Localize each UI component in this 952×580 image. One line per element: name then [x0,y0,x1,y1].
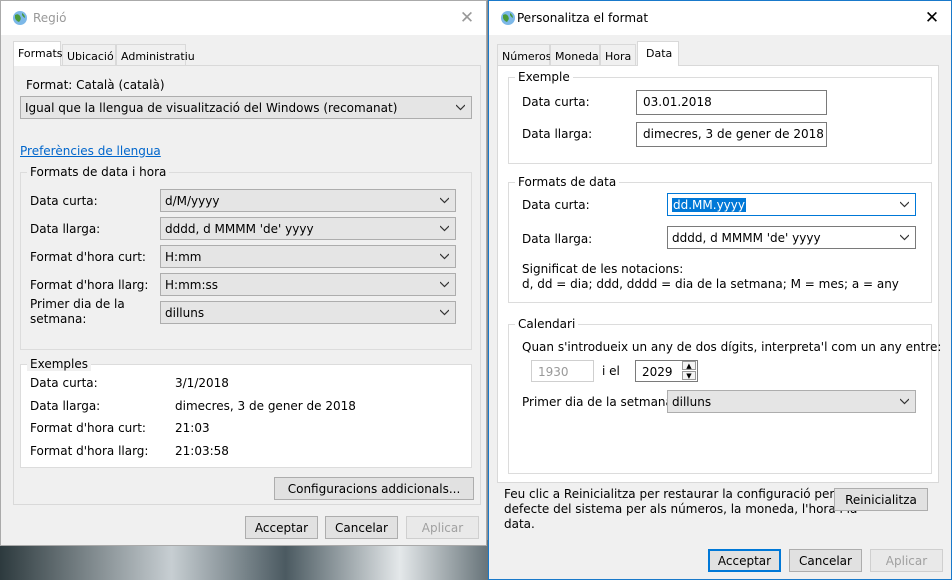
example-label: Data curta: [30,376,98,390]
example-value: 3/1/2018 [175,376,229,390]
close-icon[interactable]: ✕ [919,6,945,30]
date-formats-group: Formats de data Data curta: dd.MM.yyyy D… [508,175,932,303]
tab-currency[interactable]: Moneda [550,44,600,66]
group-title: Exemples [27,357,91,371]
example-long-field: dimecres, 3 de gener de 2018 [636,122,827,147]
spin-down-icon[interactable]: ▼ [682,371,696,380]
date-time-formats-group: Formats de data i hora Data curta: d/M/y… [20,165,472,350]
ok-button[interactable]: Acceptar [245,516,318,539]
first-day-select[interactable]: dilluns [667,390,916,413]
long-time-select[interactable]: H:mm:ss [160,273,456,296]
year-to-value: 2029 [642,365,673,379]
customize-format-window: Personalitza el format ✕ Números Moneda … [488,0,952,580]
tab-date[interactable]: Data [637,41,679,66]
format-select[interactable]: Igual que la llengua de visualització de… [20,96,472,119]
year-from-field: 1930 [531,360,594,382]
title-bar: Regió ✕ [1,1,486,35]
short-date-select[interactable]: dd.MM.yyyy [667,193,916,216]
long-date-value: dddd, d MMMM 'de' yyyy [165,222,314,236]
example-value: 21:03 [175,421,210,435]
notation-title: Significat de les notacions: [522,262,684,276]
example-short-field: 03.01.2018 [636,90,827,115]
first-day-value: dilluns [165,306,205,320]
example-long-label: Data llarga: [522,127,593,141]
example-value: 21:03:58 [175,444,229,458]
title-bar: Personalitza el format ✕ [489,1,951,35]
examples-group: Exemples Data curta: 3/1/2018 Data llarg… [20,357,472,468]
chevron-down-icon [900,234,909,241]
tab-numbers[interactable]: Números [497,44,551,66]
chevron-down-icon [440,197,449,204]
short-date-value: dd.MM.yyyy [672,198,746,212]
globe-icon [13,11,27,25]
close-icon[interactable]: ✕ [454,6,480,30]
example-value: dimecres, 3 de gener de 2018 [175,399,356,413]
chevron-down-icon [900,201,909,208]
two-digit-year-text: Quan s'introdueix un any de dos dígits, … [522,340,942,354]
and-label: i el [602,364,620,378]
chevron-down-icon [900,398,909,405]
short-date-value: d/M/yyyy [165,194,220,208]
first-day-value: dilluns [672,395,712,409]
short-date-label: Data curta: [522,198,590,212]
reset-help-line-3: data. [504,517,535,531]
short-date-select[interactable]: d/M/yyyy [160,189,456,212]
cancel-button[interactable]: Cancelar [789,549,862,572]
apply-button[interactable]: Aplicar [870,549,943,572]
format-label: Format: Català (català) [26,78,165,92]
first-day-label: Primer dia de la [30,297,125,311]
chevron-down-icon [440,253,449,260]
example-group: Exemple Data curta: 03.01.2018 Data llar… [508,70,932,164]
group-title: Exemple [515,70,573,84]
long-date-select[interactable]: dddd, d MMMM 'de' yyyy [160,217,456,240]
first-day-select[interactable]: dilluns [160,301,456,324]
long-time-value: H:mm:ss [165,278,218,292]
reset-button[interactable]: Reinicialitza [834,488,928,511]
calendar-group: Calendari Quan s'introdueix un any de do… [508,317,941,474]
ok-button[interactable]: Acceptar [708,549,781,572]
chevron-down-icon [456,104,465,111]
additional-settings-button[interactable]: Configuracions addicionals... [274,477,474,500]
long-date-value: dddd, d MMMM 'de' yyyy [672,231,821,245]
window-title: Regió [33,11,67,25]
region-window: Regió ✕ Formats Ubicació Administratiu F… [0,0,487,546]
long-date-label: Data llarga: [522,232,593,246]
short-time-label: Format d'hora curt: [30,250,146,264]
example-short-label: Data curta: [522,95,590,109]
cancel-button[interactable]: Cancelar [325,516,398,539]
example-label: Data llarga: [30,399,101,413]
group-title: Formats de data i hora [27,165,170,179]
apply-button[interactable]: Aplicar [406,516,479,539]
long-date-label: Data llarga: [30,222,101,236]
format-select-value: Igual que la llengua de visualització de… [25,101,398,115]
long-time-label: Format d'hora llarg: [30,278,149,292]
globe-icon [501,11,515,25]
spin-up-icon[interactable]: ▲ [682,361,696,370]
window-title: Personalitza el format [517,11,649,25]
group-title: Calendari [515,317,579,331]
reset-help-line-1: Feu clic a Reinicialitza per restaurar l… [504,487,835,501]
chevron-down-icon [440,225,449,232]
short-time-value: H:mm [165,250,202,264]
tab-administrative[interactable]: Administratiu [116,44,195,66]
tab-formats[interactable]: Formats [13,41,63,66]
group-title: Formats de data [515,175,620,189]
first-day-label-2: setmana: [30,312,87,326]
chevron-down-icon [440,281,449,288]
date-panel: Exemple Data curta: 03.01.2018 Data llar… [497,65,941,483]
short-date-label: Data curta: [30,194,98,208]
tab-time[interactable]: Hora [600,44,636,66]
formats-panel: Format: Català (català) Igual que la lle… [13,65,481,505]
notation-text: d, dd = dia; ddd, dddd = dia de la setma… [522,277,899,291]
example-label: Format d'hora llarg: [30,444,149,458]
chevron-down-icon [440,309,449,316]
tab-location[interactable]: Ubicació [62,44,116,66]
language-preferences-link[interactable]: Preferències de llengua [20,144,161,158]
long-date-select[interactable]: dddd, d MMMM 'de' yyyy [667,226,916,249]
short-time-select[interactable]: H:mm [160,245,456,268]
first-day-label: Primer dia de la setmana: [522,395,677,409]
example-label: Format d'hora curt: [30,421,146,435]
reset-help-line-2: defecte del sistema per als números, la … [504,502,858,516]
